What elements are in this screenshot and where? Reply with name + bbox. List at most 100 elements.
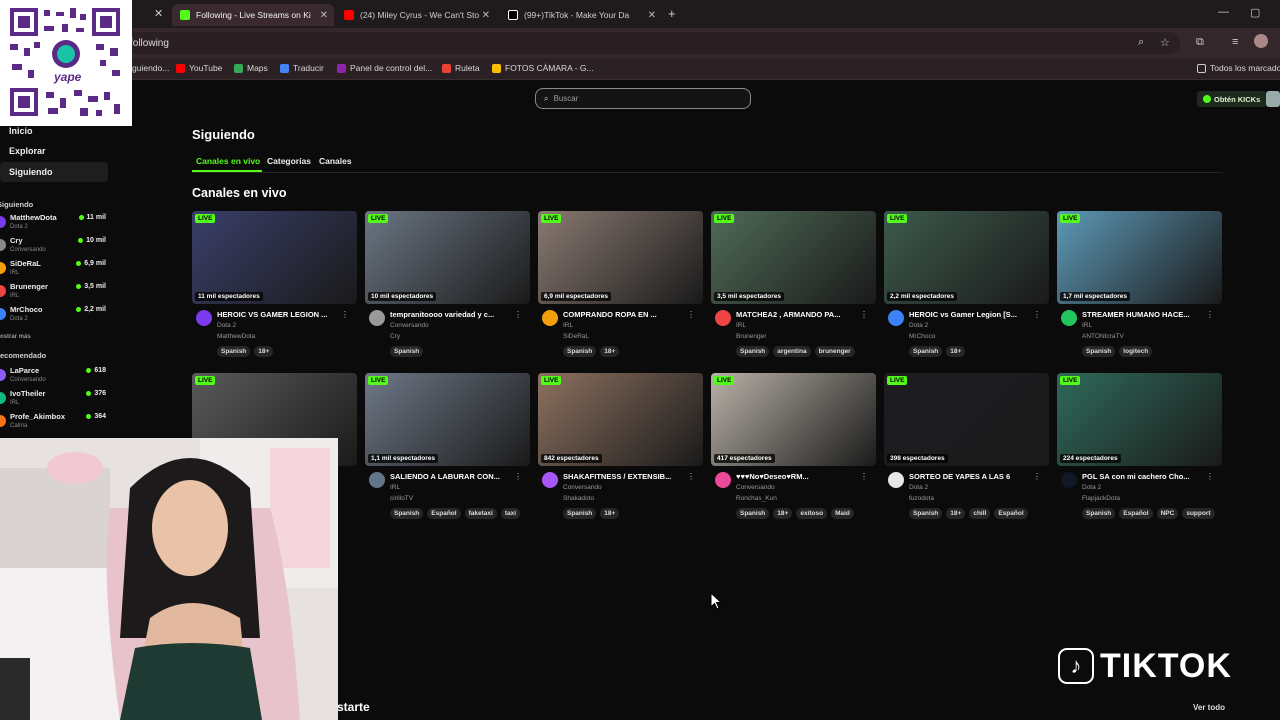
- stream-tag[interactable]: brunenger: [814, 346, 855, 357]
- stream-tag[interactable]: Maid: [831, 508, 854, 519]
- stream-category[interactable]: IRL: [563, 322, 573, 329]
- stream-tag[interactable]: 18+: [946, 508, 966, 519]
- close-tab-icon[interactable]: ✕: [648, 10, 656, 21]
- stream-tag[interactable]: Spanish: [1082, 508, 1116, 519]
- sidebar-channel[interactable]: SiDeRaL IRL 6,9 mil: [0, 259, 110, 281]
- more-options-icon[interactable]: ⋮: [514, 310, 522, 319]
- stream-category[interactable]: Dota 2: [1082, 484, 1101, 491]
- new-tab-icon[interactable]: +: [668, 6, 676, 21]
- stream-tag[interactable]: logitech: [1119, 346, 1153, 357]
- stream-card[interactable]: LIVE 417 espectadores ♥♥♥No♥Deseo♥RM... ⋮ Co…: [711, 373, 876, 533]
- stream-tag[interactable]: Spanish: [563, 508, 597, 519]
- stream-title[interactable]: HEROIC VS GAMER LEGION ...: [217, 310, 342, 319]
- stream-tag[interactable]: support: [1182, 508, 1215, 519]
- stream-card[interactable]: LIVE 1,1 mil espectadores SALIENDO A LABUR…: [365, 373, 530, 533]
- get-kicks-button[interactable]: Obtén KICKs: [1197, 91, 1267, 107]
- address-bar[interactable]: following: [100, 32, 1180, 54]
- streamer-name[interactable]: fuzodota: [909, 495, 934, 502]
- stream-title[interactable]: COMPRANDO ROPA EN ...: [563, 310, 688, 319]
- bookmark-maps[interactable]: Maps: [234, 63, 268, 73]
- stream-category[interactable]: Dota 2: [217, 322, 236, 329]
- more-options-icon[interactable]: ⋮: [1206, 472, 1214, 481]
- streamer-avatar[interactable]: [369, 472, 385, 488]
- bookmark-ruleta[interactable]: Ruleta: [442, 63, 480, 73]
- streamer-avatar[interactable]: [1061, 472, 1077, 488]
- all-bookmarks[interactable]: Todos los marcado: [1197, 63, 1280, 73]
- stream-category[interactable]: Conversando: [390, 322, 429, 329]
- streamer-name[interactable]: MrChoco: [909, 333, 935, 340]
- stream-tag[interactable]: Español: [994, 508, 1028, 519]
- stream-category[interactable]: IRL: [736, 322, 746, 329]
- stream-card[interactable]: LIVE 224 espectadores PGL SA con mi cacher…: [1057, 373, 1222, 533]
- stream-category[interactable]: IRL: [1082, 322, 1092, 329]
- tab-categorias[interactable]: Categorías: [267, 156, 311, 166]
- stream-title[interactable]: ♥♥♥No♥Deseo♥RM...: [736, 472, 861, 481]
- bookmark-fotos[interactable]: FOTOS CÁMARA - G...: [492, 63, 594, 73]
- tab-canales[interactable]: Canales: [319, 156, 352, 166]
- stream-tag[interactable]: NPC: [1156, 508, 1179, 519]
- stream-title[interactable]: SORTEO DE YAPES A LAS 6: [909, 472, 1034, 481]
- stream-category[interactable]: Dota 2: [909, 322, 928, 329]
- stream-thumbnail[interactable]: LIVE 224 espectadores: [1057, 373, 1222, 466]
- tab-tiktok[interactable]: (99+)TikTok - Make Your Da ✕: [500, 4, 662, 26]
- stream-tag[interactable]: Spanish: [563, 346, 597, 357]
- close-tab-icon[interactable]: ✕: [482, 10, 490, 21]
- streamer-name[interactable]: Brunenger: [736, 333, 766, 340]
- stream-title[interactable]: STREAMER HUMANO HACE...: [1082, 310, 1207, 319]
- more-options-icon[interactable]: ⋮: [687, 472, 695, 481]
- stream-tag[interactable]: Spanish: [390, 346, 424, 357]
- more-options-icon[interactable]: ⋮: [1033, 472, 1041, 481]
- streamer-avatar[interactable]: [369, 310, 385, 326]
- stream-title[interactable]: HEROIC vs Gamer Legion [S...: [909, 310, 1034, 319]
- bookmark-translate[interactable]: Traducir: [280, 63, 324, 73]
- stream-category[interactable]: IRL: [390, 484, 400, 491]
- sidebar-channel[interactable]: MrChoco Dota 2 2,2 mil: [0, 305, 110, 327]
- stream-tag[interactable]: 18+: [946, 346, 966, 357]
- sidebar-channel[interactable]: Brunenger IRL 3,5 mil: [0, 282, 110, 304]
- stream-tag[interactable]: taxi: [500, 508, 521, 519]
- stream-tag[interactable]: 18+: [600, 346, 620, 357]
- close-tab-icon[interactable]: ✕: [154, 7, 163, 20]
- minimize-icon[interactable]: —: [1218, 6, 1229, 18]
- streamer-avatar[interactable]: [715, 472, 731, 488]
- menu-icon[interactable]: ≡: [1232, 36, 1238, 48]
- stream-tag[interactable]: 18+: [600, 508, 620, 519]
- stream-card[interactable]: LIVE 10 mil espectadores tempranitoooo var…: [365, 211, 530, 371]
- bookmark-youtube[interactable]: YouTube: [176, 63, 222, 73]
- sidebar-channel[interactable]: LaParce Conversando 618: [0, 366, 110, 388]
- streamer-name[interactable]: cirilloTV: [390, 495, 413, 502]
- streamer-avatar[interactable]: [542, 310, 558, 326]
- stream-card[interactable]: LIVE 6,9 mil espectadores COMPRANDO ROPA E…: [538, 211, 703, 371]
- stream-tag[interactable]: Spanish: [909, 508, 943, 519]
- stream-tag[interactable]: Spanish: [1082, 346, 1116, 357]
- view-all-link[interactable]: Ver todo: [1193, 703, 1225, 712]
- stream-tag[interactable]: argentina: [773, 346, 811, 357]
- more-options-icon[interactable]: ⋮: [1033, 310, 1041, 319]
- more-options-icon[interactable]: ⋮: [514, 472, 522, 481]
- stream-tag[interactable]: faketaxi: [464, 508, 497, 519]
- search-input[interactable]: ⌕ Buscar: [535, 88, 751, 109]
- stream-category[interactable]: Conversando: [736, 484, 775, 491]
- extensions-icon[interactable]: ⧉: [1196, 36, 1204, 49]
- stream-category[interactable]: Conversando: [563, 484, 602, 491]
- stream-card[interactable]: LIVE 11 mil espectadores HEROIC VS GAMER L…: [192, 211, 357, 371]
- stream-title[interactable]: SHAKAFITNESS / EXTENSIB...: [563, 472, 688, 481]
- streamer-name[interactable]: FlapjackDota: [1082, 495, 1120, 502]
- streamer-avatar[interactable]: [542, 472, 558, 488]
- sidebar-channel[interactable]: Cry Conversando 10 mil: [0, 236, 110, 258]
- stream-thumbnail[interactable]: LIVE 398 espectadores: [884, 373, 1049, 466]
- stream-title[interactable]: PGL SA con mi cachero Cho...: [1082, 472, 1207, 481]
- stream-thumbnail[interactable]: LIVE 417 espectadores: [711, 373, 876, 466]
- more-options-icon[interactable]: ⋮: [687, 310, 695, 319]
- stream-card[interactable]: LIVE 398 espectadores SORTEO DE YAPES A LA…: [884, 373, 1049, 533]
- streamer-name[interactable]: Cry: [390, 333, 400, 340]
- stream-thumbnail[interactable]: LIVE 11 mil espectadores: [192, 211, 357, 304]
- stream-thumbnail[interactable]: LIVE 1,1 mil espectadores: [365, 373, 530, 466]
- stream-tag[interactable]: Spanish: [217, 346, 251, 357]
- stream-thumbnail[interactable]: LIVE 1,7 mil espectadores: [1057, 211, 1222, 304]
- tab-kick-following[interactable]: Following - Live Streams on Ki ✕: [172, 4, 334, 26]
- tab-youtube[interactable]: (24) Miley Cyrus - We Can't Sto ✕: [336, 4, 496, 26]
- stream-card[interactable]: LIVE 2,2 mil espectadores HEROIC vs Gamer …: [884, 211, 1049, 371]
- tab-canales-en-vivo[interactable]: Canales en vivo: [196, 156, 260, 166]
- stream-tag[interactable]: Spanish: [909, 346, 943, 357]
